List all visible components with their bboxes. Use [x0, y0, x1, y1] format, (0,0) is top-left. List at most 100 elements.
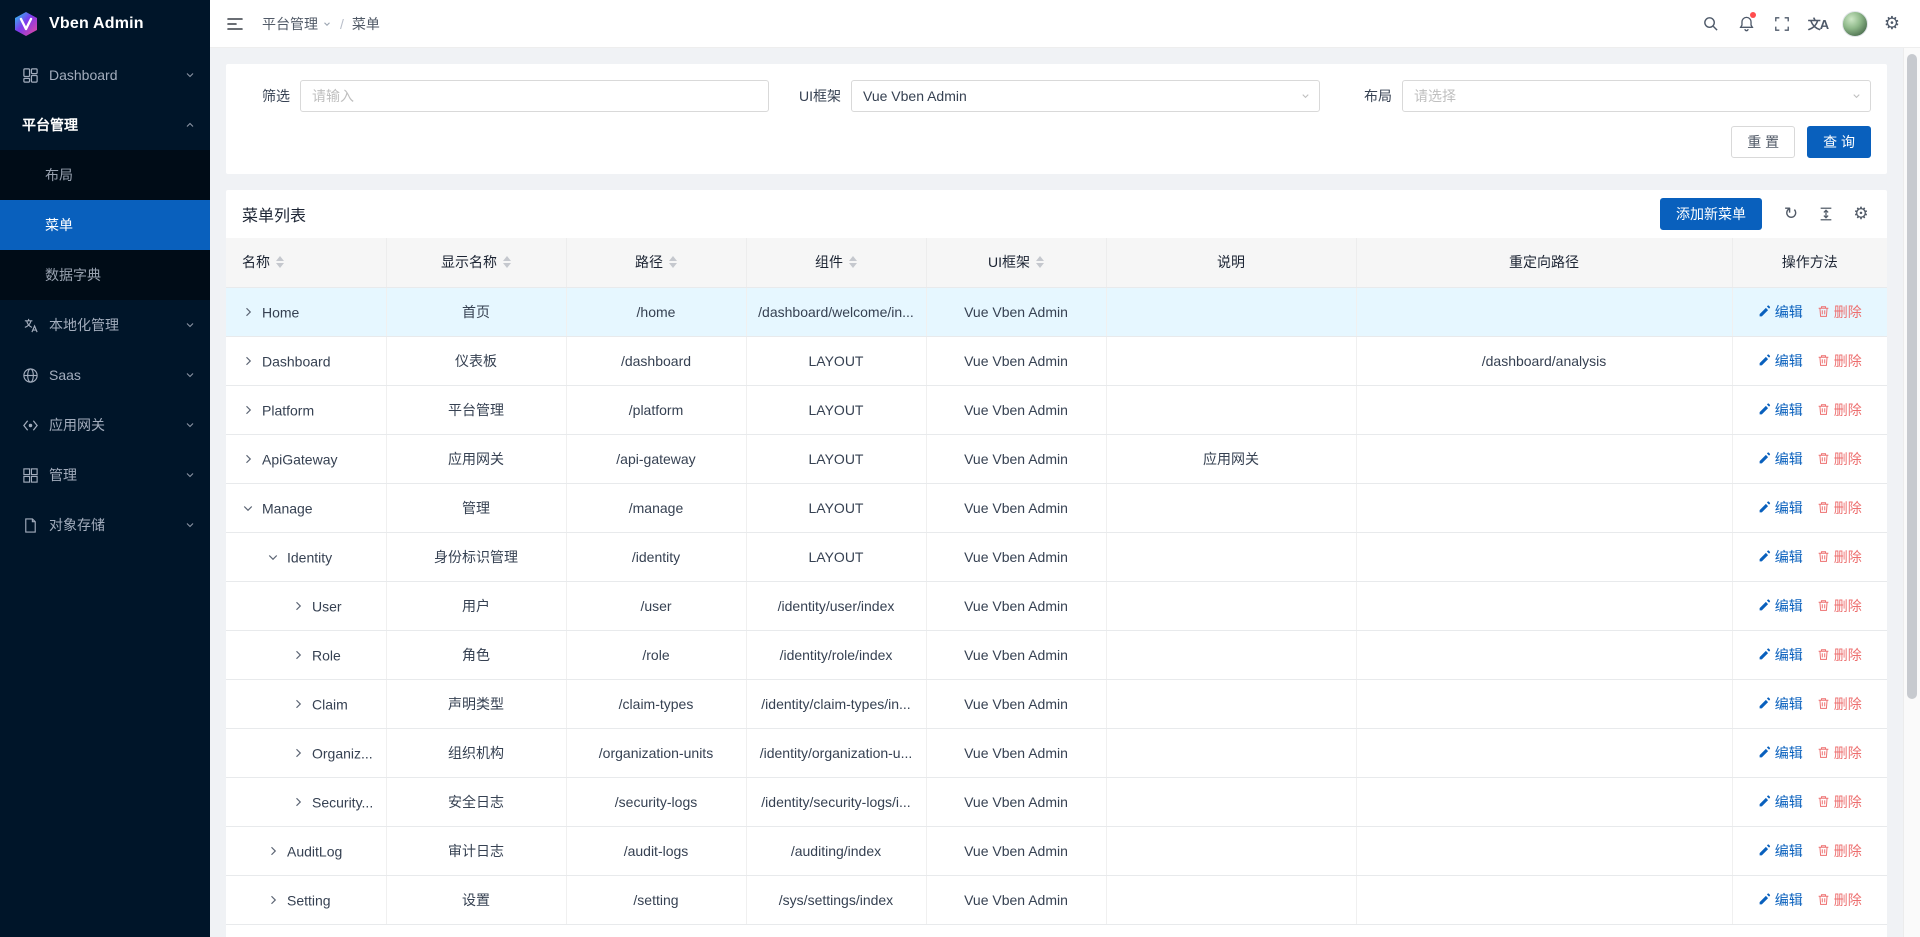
sidebar-item-layout[interactable]: 布局	[0, 150, 210, 200]
delete-link[interactable]: 删除	[1817, 645, 1862, 665]
layout-select[interactable]: 请选择	[1402, 80, 1871, 112]
delete-link[interactable]: 删除	[1817, 351, 1862, 371]
delete-link[interactable]: 删除	[1817, 547, 1862, 567]
trash-icon	[1817, 599, 1830, 612]
search-icon[interactable]	[1692, 0, 1728, 48]
menu-fold-icon[interactable]	[222, 11, 248, 37]
delete-link[interactable]: 删除	[1817, 890, 1862, 910]
table-settings-icon[interactable]: ⚙	[1851, 204, 1871, 224]
edit-link[interactable]: 编辑	[1758, 841, 1803, 861]
breadcrumb-platform[interactable]: 平台管理	[262, 14, 332, 34]
expand-caret-icon[interactable]	[242, 355, 254, 367]
edit-link[interactable]: 编辑	[1758, 645, 1803, 665]
expand-caret-icon[interactable]	[242, 502, 254, 514]
refresh-icon[interactable]: ↻	[1781, 204, 1801, 224]
filter-input[interactable]	[300, 80, 769, 112]
component-cell: /identity/role/index	[746, 630, 926, 679]
delete-link[interactable]: 删除	[1817, 400, 1862, 420]
table-row[interactable]: AuditLog 审计日志 /audit-logs /auditing/inde…	[226, 826, 1887, 875]
edit-link[interactable]: 编辑	[1758, 449, 1803, 469]
column-height-icon[interactable]	[1816, 204, 1836, 224]
expand-caret-icon[interactable]	[267, 894, 279, 906]
sidebar-item-dashboard[interactable]: Dashboard	[0, 50, 210, 100]
expand-caret-icon[interactable]	[242, 453, 254, 465]
table-row[interactable]: Security... 安全日志 /security-logs /identit…	[226, 777, 1887, 826]
edit-link[interactable]: 编辑	[1758, 302, 1803, 322]
expand-caret-icon[interactable]	[292, 698, 304, 710]
delete-link[interactable]: 删除	[1817, 841, 1862, 861]
expand-caret-icon[interactable]	[292, 796, 304, 808]
sidebar-item-api-gateway[interactable]: 应用网关	[0, 400, 210, 450]
table-row[interactable]: Organiz... 组织机构 /organization-units /ide…	[226, 728, 1887, 777]
notification-bell-icon[interactable]	[1728, 0, 1764, 48]
sidebar-item-manage[interactable]: 管理	[0, 450, 210, 500]
search-button[interactable]: 查 询	[1807, 126, 1871, 158]
sort-icon[interactable]	[1036, 256, 1044, 268]
delete-link[interactable]: 删除	[1817, 792, 1862, 812]
delete-link[interactable]: 删除	[1817, 498, 1862, 518]
expand-caret-icon[interactable]	[242, 404, 254, 416]
path-cell: /user	[566, 581, 746, 630]
edit-link[interactable]: 编辑	[1758, 694, 1803, 714]
expand-caret-icon[interactable]	[242, 306, 254, 318]
pencil-icon	[1758, 893, 1771, 906]
expand-caret-icon[interactable]	[267, 551, 279, 563]
sidebar-item-localization[interactable]: 本地化管理	[0, 300, 210, 350]
expand-caret-icon[interactable]	[267, 845, 279, 857]
edit-link[interactable]: 编辑	[1758, 743, 1803, 763]
delete-link[interactable]: 删除	[1817, 694, 1862, 714]
fullscreen-icon[interactable]	[1764, 0, 1800, 48]
sidebar-item-object-storage[interactable]: 对象存储	[0, 500, 210, 550]
expand-caret-icon[interactable]	[292, 747, 304, 759]
table-row[interactable]: Identity 身份标识管理 /identity LAYOUT Vue Vbe…	[226, 532, 1887, 581]
table-row[interactable]: User 用户 /user /identity/user/index Vue V…	[226, 581, 1887, 630]
component-cell: LAYOUT	[746, 336, 926, 385]
pencil-icon	[1758, 599, 1771, 612]
add-menu-button[interactable]: 添加新菜单	[1660, 198, 1762, 230]
user-avatar[interactable]	[1842, 11, 1868, 37]
scrollbar-thumb[interactable]	[1907, 54, 1917, 699]
delete-link[interactable]: 删除	[1817, 743, 1862, 763]
edit-link[interactable]: 编辑	[1758, 547, 1803, 567]
trash-icon	[1817, 501, 1830, 514]
sidebar-item-data-dictionary[interactable]: 数据字典	[0, 250, 210, 300]
delete-link[interactable]: 删除	[1817, 302, 1862, 322]
sort-icon[interactable]	[849, 256, 857, 268]
edit-link[interactable]: 编辑	[1758, 498, 1803, 518]
sort-icon[interactable]	[503, 256, 511, 268]
edit-link[interactable]: 编辑	[1758, 351, 1803, 371]
pencil-icon	[1758, 697, 1771, 710]
expand-caret-icon[interactable]	[292, 649, 304, 661]
expand-caret-icon[interactable]	[292, 600, 304, 612]
edit-link[interactable]: 编辑	[1758, 792, 1803, 812]
edit-link[interactable]: 编辑	[1758, 400, 1803, 420]
sidebar-item-platform-management[interactable]: 平台管理	[0, 100, 210, 150]
table-row[interactable]: Home 首页 /home /dashboard/welcome/in... V…	[226, 287, 1887, 336]
display-name-cell: 角色	[386, 630, 566, 679]
sort-icon[interactable]	[276, 256, 284, 268]
component-cell: LAYOUT	[746, 532, 926, 581]
component-cell: /sys/settings/index	[746, 875, 926, 924]
delete-link[interactable]: 删除	[1817, 449, 1862, 469]
table-row[interactable]: Platform 平台管理 /platform LAYOUT Vue Vben …	[226, 385, 1887, 434]
reset-button[interactable]: 重 置	[1731, 126, 1795, 158]
manage-icon	[22, 467, 39, 484]
table-row[interactable]: Role 角色 /role /identity/role/index Vue V…	[226, 630, 1887, 679]
edit-link[interactable]: 编辑	[1758, 890, 1803, 910]
table-row[interactable]: Claim 声明类型 /claim-types /identity/claim-…	[226, 679, 1887, 728]
table-row[interactable]: Setting 设置 /setting /sys/settings/index …	[226, 875, 1887, 924]
table-row[interactable]: Dashboard 仪表板 /dashboard LAYOUT Vue Vben…	[226, 336, 1887, 385]
edit-link[interactable]: 编辑	[1758, 596, 1803, 616]
table-row[interactable]: Manage 管理 /manage LAYOUT Vue Vben Admin …	[226, 483, 1887, 532]
sort-icon[interactable]	[669, 256, 677, 268]
delete-link[interactable]: 删除	[1817, 596, 1862, 616]
table-row[interactable]: ApiGateway 应用网关 /api-gateway LAYOUT Vue …	[226, 434, 1887, 483]
breadcrumb-separator: /	[340, 16, 344, 32]
ui-framework-select[interactable]: Vue Vben Admin	[851, 80, 1320, 112]
sidebar-item-saas[interactable]: Saas	[0, 350, 210, 400]
app-logo[interactable]: Vben Admin	[0, 0, 210, 48]
sidebar-item-menu[interactable]: 菜单	[0, 200, 210, 250]
actions-cell: 编辑 删除	[1732, 728, 1887, 777]
translate-icon[interactable]: 文A	[1800, 0, 1836, 48]
settings-gear-icon[interactable]: ⚙	[1874, 0, 1910, 48]
